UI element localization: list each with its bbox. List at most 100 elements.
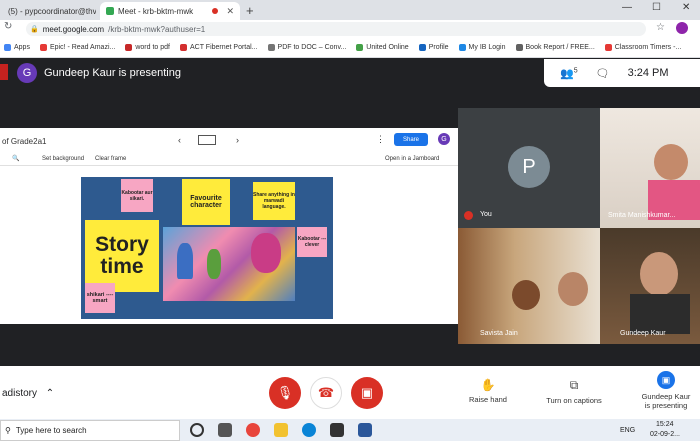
presenting-button[interactable]: ▣ Gundeep Kaur is presenting [636,371,696,410]
title-line-1: Story [95,232,149,256]
clear-frame-button[interactable]: Clear frame [95,156,126,162]
camera-off-icon: ▣ [360,385,374,400]
bookmark-label: My IB Login [468,44,506,51]
participant-name: Savista Jain [480,330,518,337]
minimize-button[interactable]: — [622,2,632,13]
chevron-left-icon[interactable]: ‹ [178,135,181,145]
maximize-button[interactable]: ☐ [652,2,661,13]
set-background-button[interactable]: Set background [42,156,84,162]
chrome-icon[interactable] [246,423,260,437]
bookmark-label: Profile [428,44,449,51]
word-icon[interactable] [358,423,372,437]
bookmarks-bar: Apps Epic! - Read Amazi... word to pdf ACT … [0,38,700,58]
bookmark-favicon-icon [267,44,275,51]
story-time-title: Story time [85,220,159,292]
bookmark-label: Apps [14,44,30,51]
sticky-note-marwadi: Share anything in marwadi language. [253,182,295,220]
mic-off-icon [464,211,473,220]
language-indicator[interactable]: ENG [620,427,635,434]
url-path: /krb-bktm-mwk?authuser=1 [108,24,206,34]
tab-meet[interactable]: Meet - krb-bktm-mwk ✕ [100,2,240,20]
bookmark-item[interactable]: Profile [418,44,449,51]
people-icon: 👥 [560,67,574,80]
close-window-button[interactable]: ✕ [682,2,690,13]
presenting-indicator [0,64,8,80]
phone-hangup-icon: ☎ [317,385,335,400]
slides-toolbar: of Grade2a1 ‹ › ⋮ [0,131,458,149]
lock-icon: 🔒 [30,26,39,33]
search-placeholder: Type here to search [15,426,87,435]
store-icon[interactable] [330,423,344,437]
participant-name: You [480,211,492,218]
zoom-icon[interactable]: 🔍 [12,155,19,162]
task-view-icon[interactable] [218,423,232,437]
meeting-clock: 3:24 PM [627,67,669,79]
star-icon[interactable]: ☆ [656,22,665,33]
edge-icon[interactable] [302,423,316,437]
new-tab-button[interactable]: + [246,3,254,18]
profile-avatar[interactable] [676,22,688,34]
recording-icon [212,8,219,14]
title-line-2: time [100,255,144,278]
taskbar-time[interactable]: 15:24 [656,421,674,428]
url-bar[interactable]: 🔒 meet.google.com/krb-bktm-mwk?authuser=… [26,22,646,36]
participant-tile-savista[interactable]: Savista Jain [458,228,600,344]
mic-toggle-button[interactable]: 🎙 [269,377,301,409]
leave-call-button[interactable]: ☎ [310,377,342,409]
bookmark-label: word to pdf [135,44,170,51]
participants-button[interactable]: 👥5 [560,67,578,80]
bookmark-item[interactable]: PDF to DOC – Conv... [267,44,347,51]
participant-tile-gundeep[interactable]: Gundeep Kaur [600,228,700,344]
jamboard-toolbar: 🔍 Set background Clear frame Open in a J… [0,153,458,166]
bookmark-item[interactable]: Apps [4,44,30,51]
bookmark-item[interactable]: Epic! - Read Amazi... [39,44,116,51]
participant-video [640,252,678,296]
presenter-avatar: G [17,63,37,83]
cartoon-illustration [163,227,295,301]
participant-count: 5 [573,66,578,74]
bookmark-label: PDF to DOC – Conv... [277,44,347,51]
story-time-slide: Kabootar aur sikari. Favourite character… [81,177,333,319]
file-explorer-icon[interactable] [274,423,288,437]
refresh-icon[interactable]: ↻ [4,21,12,32]
open-jamboard-button[interactable]: Open in a Jamboard [385,156,439,162]
close-icon[interactable]: ✕ [226,6,234,17]
bookmark-favicon-icon [125,44,133,51]
meet-tab-icon [106,7,114,15]
bookmark-item[interactable]: word to pdf [125,44,170,51]
share-button[interactable]: Share [394,133,428,146]
raise-hand-button[interactable]: ✋ Raise hand [458,378,518,404]
participant-video [630,294,690,334]
bookmark-favicon-icon [604,44,612,51]
presenting-line-2: is presenting [644,401,688,410]
bookmark-favicon-icon [39,44,47,51]
chat-icon[interactable]: 🗨 [596,67,610,80]
bookmark-label: Epic! - Read Amazi... [49,44,116,51]
chevron-right-icon[interactable]: › [236,135,239,145]
bookmark-item[interactable]: My IB Login [458,44,506,51]
taskbar-date[interactable]: 02-09-2... [650,431,680,438]
captions-button[interactable]: ⧉ Turn on captions [540,378,608,405]
bear-character [251,233,281,273]
participant-tile-smita[interactable]: Smita Manishkumar... [600,108,700,228]
sticky-note-favourite: Favourite character [182,179,230,225]
bookmark-item[interactable]: United Online [356,44,409,51]
bookmark-item[interactable]: Book Report / FREE... [515,44,595,51]
bookmark-item[interactable]: Classroom Timers -... [604,44,681,51]
cortana-icon[interactable] [190,423,204,437]
bookmark-favicon-icon [356,44,364,51]
search-icon: ⚲ [5,426,11,435]
menu-icon[interactable]: ⋮ [376,134,385,145]
taskbar-search[interactable]: ⚲ Type here to search [0,420,180,441]
bookmark-favicon-icon [179,44,187,51]
bookmark-item[interactable]: ACT Fibernet Portal... [179,44,258,51]
chevron-up-icon: ⌃ [45,388,55,399]
camera-toggle-button[interactable]: ▣ [351,377,383,409]
account-avatar[interactable]: G [438,133,450,145]
toy-character [207,249,221,279]
presenting-line-1: Gundeep Kaur [641,392,691,401]
meeting-details-text: adistory [2,388,38,399]
meeting-details-label[interactable]: adistory ⌃ [2,388,54,399]
tab-mail[interactable]: (5) - pypcoordinator@thv... ✕ [2,2,96,20]
participant-name: Smita Manishkumar... [608,212,676,219]
